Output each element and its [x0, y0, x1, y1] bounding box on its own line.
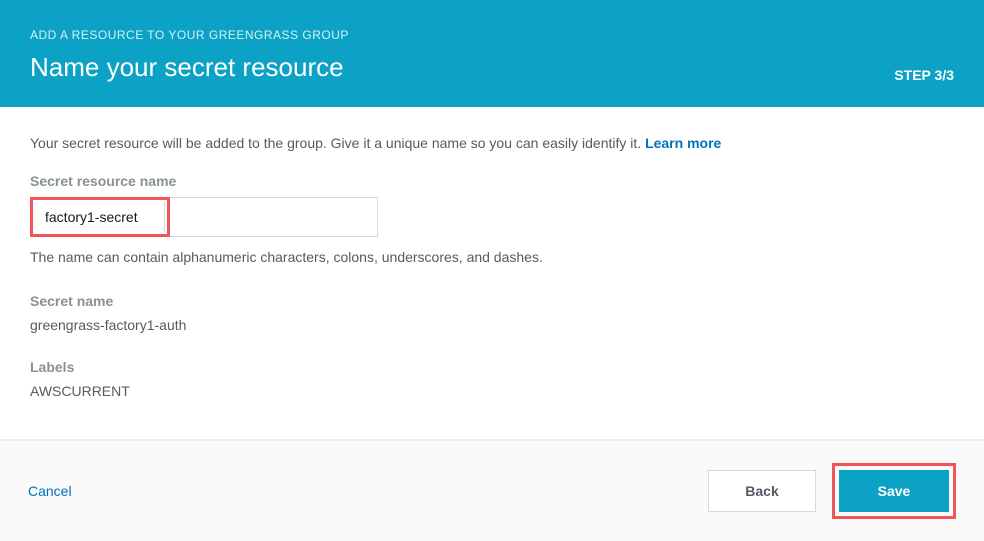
secret-name-label: Secret name [30, 293, 954, 309]
cancel-link[interactable]: Cancel [28, 483, 72, 499]
secret-resource-name-label: Secret resource name [30, 173, 954, 189]
input-remainder[interactable] [170, 197, 378, 237]
page-title: Name your secret resource [30, 52, 349, 83]
learn-more-link[interactable]: Learn more [645, 135, 721, 151]
secret-resource-name-input[interactable] [35, 202, 165, 232]
secret-name-section: Secret name greengrass-factory1-auth [30, 293, 954, 333]
labels-label: Labels [30, 359, 954, 375]
footer-bar: Cancel Back Save [0, 440, 984, 541]
footer-buttons: Back Save [708, 463, 956, 519]
step-indicator: STEP 3/3 [894, 67, 954, 83]
back-button[interactable]: Back [708, 470, 816, 512]
save-button[interactable]: Save [839, 470, 949, 512]
page-header: ADD A RESOURCE TO YOUR GREENGRASS GROUP … [0, 0, 984, 107]
intro-text-body: Your secret resource will be added to th… [30, 135, 645, 151]
secret-resource-name-section: Secret resource name The name can contai… [30, 173, 954, 265]
labels-value: AWSCURRENT [30, 383, 954, 399]
header-left: ADD A RESOURCE TO YOUR GREENGRASS GROUP … [30, 28, 349, 83]
labels-section: Labels AWSCURRENT [30, 359, 954, 399]
name-hint: The name can contain alphanumeric charac… [30, 249, 954, 265]
secret-name-value: greengrass-factory1-auth [30, 317, 954, 333]
intro-text: Your secret resource will be added to th… [30, 135, 954, 151]
input-highlight-box [30, 197, 170, 237]
save-highlight-box: Save [832, 463, 956, 519]
page-container: ADD A RESOURCE TO YOUR GREENGRASS GROUP … [0, 0, 984, 541]
content-panel: Your secret resource will be added to th… [0, 107, 984, 440]
input-row [30, 197, 954, 239]
breadcrumb: ADD A RESOURCE TO YOUR GREENGRASS GROUP [30, 28, 349, 42]
